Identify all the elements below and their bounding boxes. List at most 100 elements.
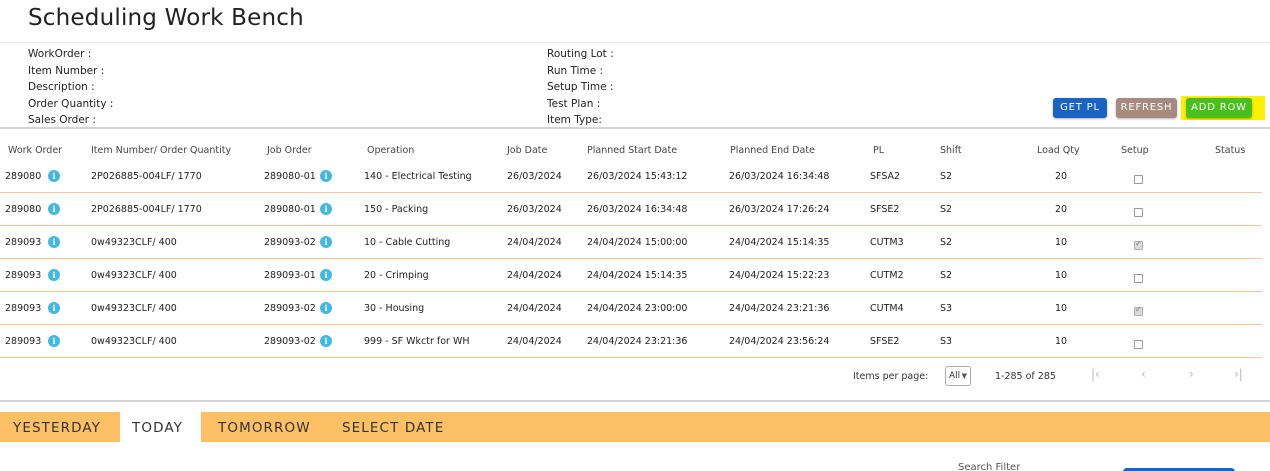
end-date-cell: 24/04/2024 23:56:24	[729, 336, 830, 347]
work-order-cell: 289093	[5, 237, 42, 248]
info-icon[interactable]: i	[320, 203, 332, 215]
info-icon[interactable]: i	[320, 236, 332, 248]
end-date-cell: 24/04/2024 15:14:35	[729, 237, 830, 248]
run-time-label: Run Time :	[547, 64, 604, 77]
shift-cell: S2	[940, 171, 953, 182]
start-date-cell: 24/04/2024 23:00:00	[587, 303, 688, 314]
item-cell: 2P026885-004LF/ 1770	[91, 171, 202, 182]
header-work-order[interactable]: Work Order	[8, 145, 62, 156]
order-quantity-label: Order Quantity :	[28, 97, 114, 110]
pl-cell: SFSE2	[870, 336, 900, 347]
item-number-label: Item Number :	[28, 64, 105, 77]
load-qty-cell: 10	[1055, 336, 1068, 347]
start-date-cell: 26/03/2024 15:43:12	[587, 171, 688, 182]
header-job-date[interactable]: Job Date	[507, 145, 547, 156]
item-cell: 0w49323CLF/ 400	[91, 270, 177, 281]
info-icon[interactable]: i	[320, 170, 332, 182]
items-per-page-value: All	[949, 371, 961, 381]
workorder-label: WorkOrder :	[28, 48, 92, 60]
title-divider	[0, 42, 1270, 43]
table-row[interactable]: 289080 i 2P026885-004LF/ 1770 289080-01 …	[0, 160, 1262, 193]
setup-checkbox[interactable]	[1134, 305, 1143, 316]
info-icon[interactable]: i	[48, 203, 60, 215]
operation-cell: 20 - Crimping	[364, 270, 429, 281]
setup-checkbox[interactable]	[1134, 175, 1143, 184]
page-range-label: 1-285 of 285	[995, 371, 1056, 382]
next-page-icon[interactable]: ›	[1189, 367, 1194, 381]
setup-checkbox[interactable]	[1134, 239, 1143, 250]
load-qty-cell: 20	[1055, 171, 1068, 182]
start-date-cell: 24/04/2024 23:21:36	[587, 336, 688, 347]
header-planned-start[interactable]: Planned Start Date	[587, 145, 677, 156]
add-row-button[interactable]: ADD ROW	[1186, 98, 1252, 118]
job-order-cell: 289093-01	[264, 270, 316, 281]
job-date-cell: 26/03/2024	[507, 204, 562, 215]
load-qty-cell: 10	[1055, 237, 1068, 248]
shift-cell: S2	[940, 237, 953, 248]
item-cell: 2P026885-004LF/ 1770	[91, 204, 202, 215]
items-per-page-select[interactable]: All ▼	[945, 366, 971, 386]
job-date-cell: 26/03/2024	[507, 171, 562, 182]
table-row[interactable]: 289093 i 0w49323CLF/ 400 289093-01 i 20 …	[0, 259, 1262, 292]
setup-checkbox[interactable]	[1134, 208, 1143, 217]
work-order-cell: 289093	[5, 270, 42, 281]
caret-down-icon: ▼	[961, 372, 967, 380]
routing-details: Routing Lot : Run Time : Setup Time : Te…	[547, 46, 614, 129]
operation-cell: 140 - Electrical Testing	[364, 171, 472, 182]
cutoff-label: Search Filter	[958, 462, 1021, 471]
first-page-icon[interactable]: |‹	[1091, 367, 1100, 381]
operation-cell: 10 - Cable Cutting	[364, 237, 451, 248]
header-load-qty[interactable]: Load Qty	[1037, 145, 1080, 156]
load-qty-cell: 10	[1055, 270, 1068, 281]
info-icon[interactable]: i	[48, 269, 60, 281]
header-planned-end[interactable]: Planned End Date	[730, 145, 815, 156]
last-page-icon[interactable]: ›|	[1234, 367, 1243, 381]
info-icon[interactable]: i	[320, 269, 332, 281]
info-icon[interactable]: i	[48, 170, 60, 182]
info-icon[interactable]: i	[320, 335, 332, 347]
pl-cell: SFSE2	[870, 204, 900, 215]
info-icon[interactable]: i	[48, 335, 60, 347]
tab-select-date[interactable]: SELECT DATE	[330, 412, 456, 442]
tab-tomorrow[interactable]: TOMORROW	[206, 412, 323, 442]
info-icon[interactable]: i	[48, 302, 60, 314]
header-job-order[interactable]: Job Order	[267, 145, 312, 156]
tab-yesterday[interactable]: YESTERDAY	[1, 412, 113, 442]
tab-today[interactable]: TODAY	[120, 412, 201, 442]
load-qty-cell: 20	[1055, 204, 1068, 215]
get-pl-button[interactable]: GET PL	[1053, 98, 1107, 118]
header-status[interactable]: Status	[1215, 145, 1245, 156]
item-cell: 0w49323CLF/ 400	[91, 237, 177, 248]
start-date-cell: 24/04/2024 15:00:00	[587, 237, 688, 248]
info-icon[interactable]: i	[48, 236, 60, 248]
page-title: Scheduling Work Bench	[28, 5, 304, 31]
refresh-button[interactable]: REFRESH	[1116, 98, 1177, 118]
pl-cell: CUTM3	[870, 237, 904, 248]
end-date-cell: 24/04/2024 23:21:36	[729, 303, 830, 314]
table-row[interactable]: 289093 i 0w49323CLF/ 400 289093-02 i 30 …	[0, 292, 1262, 325]
info-icon[interactable]: i	[320, 302, 332, 314]
table-row[interactable]: 289093 i 0w49323CLF/ 400 289093-02 i 999…	[0, 325, 1262, 358]
table-row[interactable]: 289093 i 0w49323CLF/ 400 289093-02 i 10 …	[0, 226, 1262, 259]
routing-lot-label: Routing Lot :	[547, 48, 614, 60]
prev-page-icon[interactable]: ‹	[1141, 367, 1146, 381]
end-date-cell: 26/03/2024 16:34:48	[729, 171, 830, 182]
header-item-number[interactable]: Item Number/ Order Quantity	[91, 145, 231, 156]
shift-cell: S3	[940, 303, 953, 314]
table-bottom-divider	[0, 400, 1270, 402]
header-pl[interactable]: PL	[873, 145, 884, 156]
setup-checkbox[interactable]	[1134, 274, 1143, 283]
job-date-cell: 24/04/2024	[507, 303, 562, 314]
operation-cell: 150 - Packing	[364, 204, 429, 215]
pl-cell: CUTM2	[870, 270, 904, 281]
header-shift[interactable]: Shift	[940, 145, 962, 156]
table-row[interactable]: 289080 i 2P026885-004LF/ 1770 289080-01 …	[0, 193, 1262, 226]
job-order-cell: 289093-02	[264, 303, 316, 314]
work-order-cell: 289080	[5, 171, 42, 182]
job-order-cell: 289093-02	[264, 336, 316, 347]
header-operation[interactable]: Operation	[367, 145, 414, 156]
setup-checkbox[interactable]	[1134, 340, 1143, 349]
header-setup[interactable]: Setup	[1121, 145, 1149, 156]
end-date-cell: 24/04/2024 15:22:23	[729, 270, 830, 281]
job-order-cell: 289080-01	[264, 204, 316, 215]
